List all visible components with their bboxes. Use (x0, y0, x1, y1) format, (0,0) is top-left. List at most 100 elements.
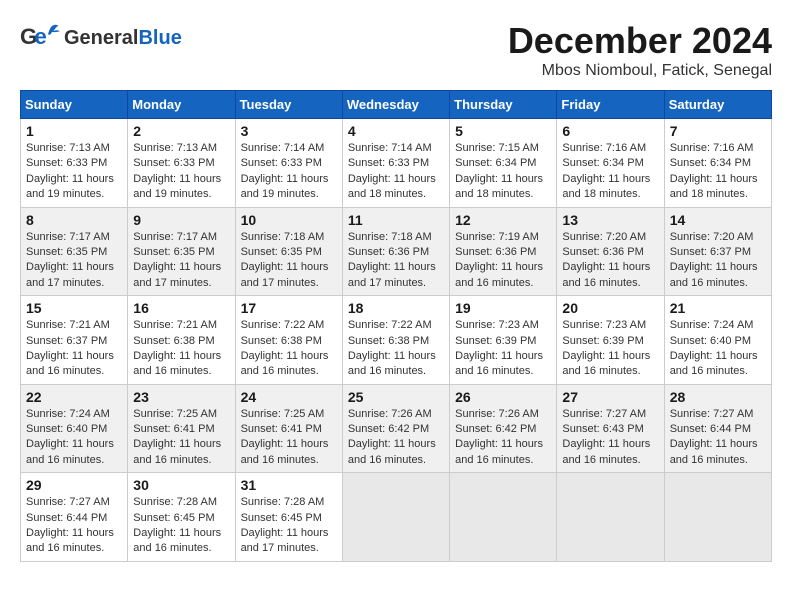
day-number: 18 (348, 300, 444, 316)
calendar-week-1: 1Sunrise: 7:13 AM Sunset: 6:33 PM Daylig… (21, 119, 772, 208)
day-info: Sunrise: 7:14 AM Sunset: 6:33 PM Dayligh… (241, 141, 337, 203)
calendar-cell: 4 Sunrise: 7:14 AM Sunset: 6:33 PM Daylig… (342, 119, 449, 208)
calendar-header-tuesday: Tuesday (235, 91, 342, 119)
day-info: Sunrise: 7:22 AM Sunset: 6:38 PM Dayligh… (241, 318, 337, 380)
calendar-cell: 10 Sunrise: 7:18 AM Sunset: 6:35 PM Dayli… (235, 207, 342, 296)
day-number: 30 (133, 477, 229, 493)
day-number: 3 (241, 123, 337, 139)
day-number: 29 (26, 477, 122, 493)
day-number: 4 (348, 123, 444, 139)
day-info: Sunrise: 7:21 AM Sunset: 6:38 PM Dayligh… (133, 318, 229, 380)
calendar-cell: 7 Sunrise: 7:16 AM Sunset: 6:34 PM Daylig… (664, 119, 771, 208)
day-info: Sunrise: 7:26 AM Sunset: 6:42 PM Dayligh… (348, 407, 444, 469)
calendar-week-4: 22 Sunrise: 7:24 AM Sunset: 6:40 PM Dayli… (21, 384, 772, 473)
day-info: Sunrise: 7:16 AM Sunset: 6:34 PM Dayligh… (562, 141, 658, 203)
calendar-cell: 12 Sunrise: 7:19 AM Sunset: 6:36 PM Dayli… (450, 207, 557, 296)
calendar-week-5: 29 Sunrise: 7:27 AM Sunset: 6:44 PM Dayli… (21, 473, 772, 562)
day-info: Sunrise: 7:15 AM Sunset: 6:34 PM Dayligh… (455, 141, 551, 203)
calendar-cell: 20Sunrise: 7:23 AM Sunset: 6:39 PM Dayli… (557, 296, 664, 385)
location: Mbos Niomboul, Fatick, Senegal (508, 62, 772, 80)
calendar-cell: 2 Sunrise: 7:13 AM Sunset: 6:33 PM Daylig… (128, 119, 235, 208)
day-info: Sunrise: 7:27 AM Sunset: 6:43 PM Dayligh… (562, 407, 658, 469)
day-info: Sunrise: 7:26 AM Sunset: 6:42 PM Dayligh… (455, 407, 551, 469)
calendar-week-3: 15 Sunrise: 7:21 AM Sunset: 6:37 PM Dayli… (21, 296, 772, 385)
title-block: December 2024 Mbos Niomboul, Fatick, Sen… (508, 20, 772, 80)
day-number: 25 (348, 389, 444, 405)
day-number: 14 (670, 212, 766, 228)
day-number: 27 (562, 389, 658, 405)
logo-bird-icon: G e (20, 20, 60, 55)
calendar-week-2: 8 Sunrise: 7:17 AM Sunset: 6:35 PM Daylig… (21, 207, 772, 296)
day-info: Sunrise: 7:24 AM Sunset: 6:40 PM Dayligh… (26, 407, 122, 469)
calendar-cell: 9Sunrise: 7:17 AM Sunset: 6:35 PM Daylig… (128, 207, 235, 296)
calendar-cell: 31Sunrise: 7:28 AM Sunset: 6:45 PM Dayli… (235, 473, 342, 562)
calendar-header-thursday: Thursday (450, 91, 557, 119)
logo-blue: Blue (138, 27, 181, 49)
calendar-cell: 18 Sunrise: 7:22 AM Sunset: 6:38 PM Dayli… (342, 296, 449, 385)
day-info: Sunrise: 7:21 AM Sunset: 6:37 PM Dayligh… (26, 318, 122, 380)
day-info: Sunrise: 7:14 AM Sunset: 6:33 PM Dayligh… (348, 141, 444, 203)
calendar-cell: 16Sunrise: 7:21 AM Sunset: 6:38 PM Dayli… (128, 296, 235, 385)
day-number: 17 (241, 300, 337, 316)
calendar-cell: 21 Sunrise: 7:24 AM Sunset: 6:40 PM Dayli… (664, 296, 771, 385)
day-number: 11 (348, 212, 444, 228)
day-info: Sunrise: 7:22 AM Sunset: 6:38 PM Dayligh… (348, 318, 444, 380)
day-number: 19 (455, 300, 551, 316)
day-info: Sunrise: 7:23 AM Sunset: 6:39 PM Dayligh… (562, 318, 658, 380)
calendar-cell: 28 Sunrise: 7:27 AM Sunset: 6:44 PM Dayli… (664, 384, 771, 473)
day-info: Sunrise: 7:18 AM Sunset: 6:36 PM Dayligh… (348, 230, 444, 292)
calendar-header-wednesday: Wednesday (342, 91, 449, 119)
calendar-cell (342, 473, 449, 562)
calendar-cell: 25 Sunrise: 7:26 AM Sunset: 6:42 PM Dayli… (342, 384, 449, 473)
day-info: Sunrise: 7:18 AM Sunset: 6:35 PM Dayligh… (241, 230, 337, 292)
calendar-cell: 29 Sunrise: 7:27 AM Sunset: 6:44 PM Dayli… (21, 473, 128, 562)
day-number: 12 (455, 212, 551, 228)
day-info: Sunrise: 7:24 AM Sunset: 6:40 PM Dayligh… (670, 318, 766, 380)
logo: G e GeneralBlue (20, 20, 182, 55)
day-info: Sunrise: 7:19 AM Sunset: 6:36 PM Dayligh… (455, 230, 551, 292)
day-info: Sunrise: 7:13 AM Sunset: 6:33 PM Dayligh… (26, 141, 122, 203)
calendar-cell (557, 473, 664, 562)
day-number: 10 (241, 212, 337, 228)
day-info: Sunrise: 7:17 AM Sunset: 6:35 PM Dayligh… (133, 230, 229, 292)
day-number: 7 (670, 123, 766, 139)
calendar-cell: 22 Sunrise: 7:24 AM Sunset: 6:40 PM Dayli… (21, 384, 128, 473)
day-number: 2 (133, 123, 229, 139)
day-info: Sunrise: 7:20 AM Sunset: 6:36 PM Dayligh… (562, 230, 658, 292)
day-info: Sunrise: 7:27 AM Sunset: 6:44 PM Dayligh… (670, 407, 766, 469)
calendar-cell: 17 Sunrise: 7:22 AM Sunset: 6:38 PM Dayli… (235, 296, 342, 385)
day-number: 6 (562, 123, 658, 139)
calendar-cell: 6 Sunrise: 7:16 AM Sunset: 6:34 PM Daylig… (557, 119, 664, 208)
calendar-cell: 27 Sunrise: 7:27 AM Sunset: 6:43 PM Dayli… (557, 384, 664, 473)
day-number: 21 (670, 300, 766, 316)
day-number: 22 (26, 389, 122, 405)
calendar-header-monday: Monday (128, 91, 235, 119)
day-number: 28 (670, 389, 766, 405)
day-number: 8 (26, 212, 122, 228)
day-info: Sunrise: 7:16 AM Sunset: 6:34 PM Dayligh… (670, 141, 766, 203)
day-number: 15 (26, 300, 122, 316)
calendar-cell: 11 Sunrise: 7:18 AM Sunset: 6:36 PM Dayli… (342, 207, 449, 296)
day-info: Sunrise: 7:27 AM Sunset: 6:44 PM Dayligh… (26, 495, 122, 557)
calendar-header-sunday: Sunday (21, 91, 128, 119)
day-number: 24 (241, 389, 337, 405)
month-title: December 2024 (508, 20, 772, 62)
day-info: Sunrise: 7:25 AM Sunset: 6:41 PM Dayligh… (133, 407, 229, 469)
calendar-cell: 24Sunrise: 7:25 AM Sunset: 6:41 PM Dayli… (235, 384, 342, 473)
calendar-cell: 26 Sunrise: 7:26 AM Sunset: 6:42 PM Dayli… (450, 384, 557, 473)
calendar-cell: 23 Sunrise: 7:25 AM Sunset: 6:41 PM Dayli… (128, 384, 235, 473)
page-header: G e GeneralBlue December 2024 Mbos Niomb… (20, 20, 772, 80)
calendar-cell (664, 473, 771, 562)
day-info: Sunrise: 7:13 AM Sunset: 6:33 PM Dayligh… (133, 141, 229, 203)
day-number: 26 (455, 389, 551, 405)
calendar-cell: 13 Sunrise: 7:20 AM Sunset: 6:36 PM Dayli… (557, 207, 664, 296)
day-info: Sunrise: 7:23 AM Sunset: 6:39 PM Dayligh… (455, 318, 551, 380)
calendar-cell: 30Sunrise: 7:28 AM Sunset: 6:45 PM Dayli… (128, 473, 235, 562)
day-number: 13 (562, 212, 658, 228)
calendar-cell: 8Sunrise: 7:17 AM Sunset: 6:35 PM Daylig… (21, 207, 128, 296)
calendar-header-friday: Friday (557, 91, 664, 119)
calendar-cell: 15 Sunrise: 7:21 AM Sunset: 6:37 PM Dayli… (21, 296, 128, 385)
calendar-cell: 5Sunrise: 7:15 AM Sunset: 6:34 PM Daylig… (450, 119, 557, 208)
day-number: 23 (133, 389, 229, 405)
logo-general: General (64, 27, 138, 49)
